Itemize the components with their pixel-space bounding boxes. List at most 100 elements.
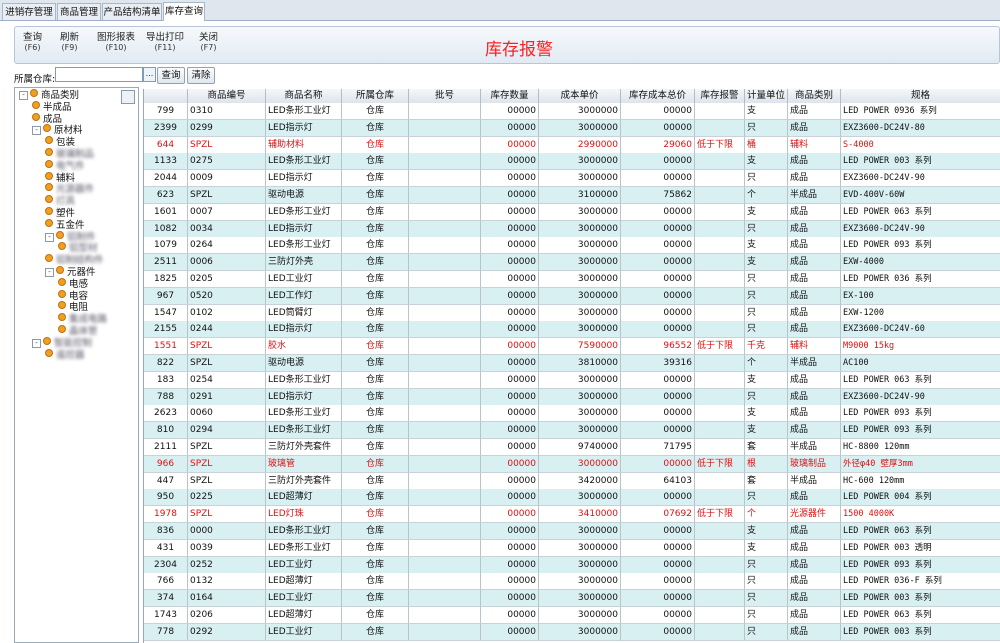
tab-products[interactable]: 商品管理 xyxy=(57,3,101,20)
table-cell-wh: 仓库 xyxy=(342,237,409,255)
tab-inventory[interactable]: 库存查询 xyxy=(163,2,205,21)
tree-node[interactable]: 包装 xyxy=(45,136,75,148)
column-header[interactable]: 商品编号 xyxy=(188,89,266,103)
tree-node[interactable]: 电感 xyxy=(58,277,88,290)
table-row[interactable]: 2044 0009 LED指示灯 仓库 00000 3000000 00000 只成品 EXZ3… xyxy=(144,170,1000,188)
column-header[interactable]: 库存报警 xyxy=(695,89,745,103)
table-cell-name: LED工业灯 xyxy=(266,623,342,641)
table-row[interactable]: 447 SPZL 三防灯外壳套件 仓库 00000 3420000 64103 套半成品 HC-… xyxy=(144,472,1000,490)
export-print-button[interactable]: 导出打印 (F11) xyxy=(146,33,184,53)
table-row[interactable]: 2399 0299 LED指示灯 仓库 00000 3000000 00000 只成品 EXZ3… xyxy=(144,119,1000,137)
chart-report-button[interactable]: 图形报表 (F10) xyxy=(97,33,135,53)
table-row[interactable]: 374 0164 LED工业灯 仓库 00000 3000000 00000 只成品 LED P… xyxy=(144,590,1000,608)
export-print-key: (F11) xyxy=(154,43,176,52)
table-row[interactable]: 2623 0060 LED条形工业灯 仓库 00000 3000000 00000 支成品 LE… xyxy=(144,405,1000,423)
column-header[interactable]: 规格 xyxy=(841,89,1000,103)
table-row[interactable]: 2511 0006 三防灯外壳 仓库 00000 3000000 00000 支成品 EXW-4… xyxy=(144,254,1000,272)
table-row[interactable]: 1978 SPZL LED灯珠 仓库 00000 3410000 07692 低于下限个光源器… xyxy=(144,506,1000,524)
tree-node[interactable]: 集成电路 xyxy=(58,313,107,325)
table-cell-spec: LED POWER 093 系列 xyxy=(841,405,1000,423)
warehouse-picker-button[interactable]: ... xyxy=(143,67,156,82)
table-row[interactable]: 2111 SPZL 三防灯外壳套件 仓库 00000 9740000 71795 套半成品 HC… xyxy=(144,439,1000,456)
table-row[interactable]: 778 0292 LED工业灯 仓库 00000 3000000 00000 只成品 LED P… xyxy=(144,623,1000,641)
column-header[interactable]: 商品类别 xyxy=(788,89,841,103)
tree-node[interactable]: 半成品 xyxy=(32,100,72,113)
tree-node[interactable]: 玻璃制品 xyxy=(45,148,94,160)
tree-node[interactable]: 辅料 xyxy=(45,171,75,184)
tree-node[interactable]: 成品 xyxy=(32,112,62,125)
table-cell-unit: 只 xyxy=(745,607,788,624)
tree-node[interactable]: 灯具 xyxy=(45,195,75,207)
tree-node[interactable]: - 铝制件 xyxy=(45,230,96,243)
tree-node[interactable]: 铝型材 xyxy=(58,242,98,254)
table-cell-qty: 00000 xyxy=(481,439,539,456)
table-row[interactable]: 431 0039 LED条形工业灯 仓库 00000 3000000 00000 支成品 LED… xyxy=(144,539,1000,557)
table-row[interactable]: 1079 0264 LED条形工业灯 仓库 00000 3000000 00000 支成品 LE… xyxy=(144,237,1000,255)
table-row[interactable]: 966 SPZL 玻璃管 仓库 00000 3000000 00000 低于下限根玻璃制品 外径… xyxy=(144,455,1000,473)
collapse-icon[interactable]: - xyxy=(45,268,54,277)
table-row[interactable]: 822 SPZL 驱动电源 仓库 00000 3810000 39316 个半成品 AC100 xyxy=(144,355,1000,372)
close-button[interactable]: 关闭 (F7) xyxy=(199,33,218,53)
column-header[interactable]: 库存数量 xyxy=(481,89,539,103)
table-row[interactable]: 644 SPZL 辅助材料 仓库 00000 2990000 29060 低于下限桶辅料 S-4… xyxy=(144,136,1000,154)
table-row[interactable]: 766 0132 LED超薄灯 仓库 00000 3000000 00000 只成品 LED P… xyxy=(144,573,1000,591)
table-cell-id: 822 xyxy=(144,355,188,372)
table-row[interactable]: 836 0000 LED条形工业灯 仓库 00000 3000000 00000 支成品 LED… xyxy=(144,523,1000,540)
column-header[interactable]: 商品名称 xyxy=(266,89,342,103)
warehouse-input[interactable] xyxy=(55,67,143,82)
table-cell-unit: 只 xyxy=(745,287,788,305)
tree-node[interactable]: 电容 xyxy=(58,289,88,302)
tree-node[interactable]: 晶体管 xyxy=(58,325,98,337)
tree-node[interactable]: 电阻 xyxy=(58,301,88,313)
refresh-button[interactable]: 刷新 (F9) xyxy=(60,33,79,53)
table-row[interactable]: 967 0520 LED工作灯 仓库 00000 3000000 00000 只成品 EX-10… xyxy=(144,287,1000,305)
table-row[interactable]: 2155 0244 LED指示灯 仓库 00000 3000000 00000 只成品 EXZ3… xyxy=(144,321,1000,339)
table-row[interactable]: 183 0254 LED条形工业灯 仓库 00000 3000000 00000 支成品 LED… xyxy=(144,371,1000,389)
folder-node-icon xyxy=(45,136,53,145)
filter-query-button[interactable]: 查询 xyxy=(157,67,185,84)
collapse-icon[interactable]: - xyxy=(19,91,28,100)
collapse-icon[interactable]: - xyxy=(32,126,41,136)
tree-node[interactable]: 电气件 xyxy=(45,159,85,172)
table-row[interactable]: 623 SPZL 驱动电源 仓库 00000 3100000 75862 个半成品 EVD-40… xyxy=(144,187,1000,204)
table-cell-qty: 00000 xyxy=(481,405,539,423)
column-header[interactable]: 计量单位 xyxy=(745,89,788,103)
filter-clear-button[interactable]: 清除 xyxy=(187,67,215,84)
tree-node[interactable]: 五金件 xyxy=(45,218,85,231)
table-row[interactable]: 1133 0275 LED条形工业灯 仓库 00000 3000000 00000 支成品 LE… xyxy=(144,153,1000,171)
tree-options-icon[interactable] xyxy=(121,90,135,104)
query-button[interactable]: 查询 (F6) xyxy=(23,33,42,53)
table-row[interactable]: 1082 0034 LED指示灯 仓库 00000 3000000 00000 只成品 EXZ3… xyxy=(144,220,1000,238)
table-cell-batch xyxy=(409,170,481,188)
table-row[interactable]: 1743 0206 LED超薄灯 仓库 00000 3000000 00000 只成品 LED … xyxy=(144,607,1000,624)
tree-node[interactable]: - 商品类别 xyxy=(19,89,79,101)
column-header[interactable]: 成本单价 xyxy=(539,89,621,103)
table-row[interactable]: 810 0294 LED条形工业灯 仓库 00000 3000000 00000 支成品 LED… xyxy=(144,422,1000,440)
table-cell-alarm: 低于下限 xyxy=(695,506,745,524)
table-cell-name: LED条形工业灯 xyxy=(266,371,342,389)
tree-node[interactable]: 遥控器 xyxy=(45,348,85,361)
table-row[interactable]: 799 0310 LED条形工业灯 仓库 00000 3000000 00000 支成品 LED… xyxy=(144,103,1000,120)
tab-sales[interactable]: 进销存管理 xyxy=(2,3,56,20)
tree-node[interactable]: 铝制结构件 xyxy=(45,254,104,266)
tree-node[interactable]: 光源器件 xyxy=(45,183,94,195)
column-header[interactable]: 批号 xyxy=(409,89,481,103)
column-header[interactable]: 库存成本总价 xyxy=(621,89,695,103)
tree-node[interactable]: 塑件 xyxy=(45,207,75,219)
tree-node[interactable]: - 原材料 xyxy=(32,124,83,136)
table-row[interactable]: 1601 0007 LED条形工业灯 仓库 00000 3000000 00000 支成品 LE… xyxy=(144,203,1000,221)
tree-node[interactable]: - 智能控制 xyxy=(32,336,92,349)
collapse-icon[interactable]: - xyxy=(45,232,54,242)
table-row[interactable]: 1825 0205 LED工业灯 仓库 00000 3000000 00000 只成品 LED … xyxy=(144,271,1000,288)
tree-node-label: 半成品 xyxy=(43,101,72,113)
tree-node[interactable]: - 元器件 xyxy=(45,266,96,278)
table-row[interactable]: 1547 0102 LED筒臂灯 仓库 00000 3000000 00000 只成品 EXW-… xyxy=(144,304,1000,322)
collapse-icon[interactable]: - xyxy=(32,338,41,348)
column-header[interactable]: 所属仓库 xyxy=(342,89,409,103)
table-row[interactable]: 950 0225 LED超薄灯 仓库 00000 3000000 00000 只成品 LED P… xyxy=(144,489,1000,507)
table-row[interactable]: 2304 0252 LED工业灯 仓库 00000 3000000 00000 只成品 LED … xyxy=(144,556,1000,574)
tab-bom[interactable]: 产品结构清单 xyxy=(102,3,162,20)
table-row[interactable]: 788 0291 LED指示灯 仓库 00000 3000000 00000 只成品 EXZ36… xyxy=(144,388,1000,406)
column-header[interactable] xyxy=(144,89,188,103)
table-row[interactable]: 1551 SPZL 胶水 仓库 00000 7590000 96552 低于下限 千克 辅料 M90… xyxy=(144,338,1000,356)
